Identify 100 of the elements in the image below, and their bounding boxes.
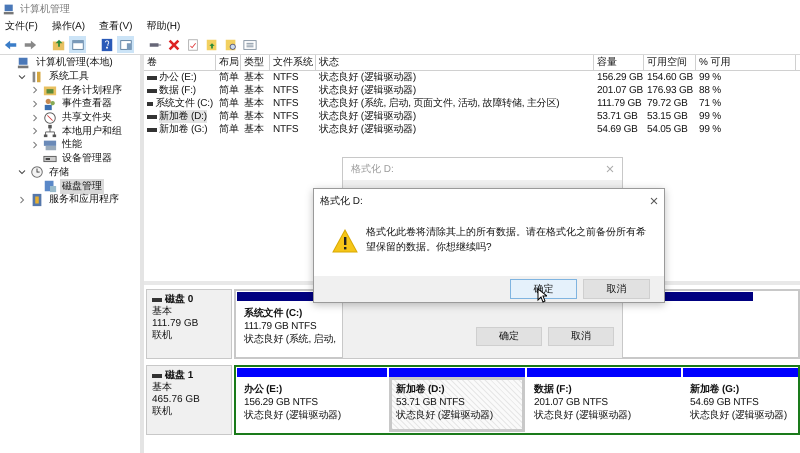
folder-up-icon (52, 38, 66, 52)
table-cell: NTFS (273, 97, 298, 110)
table-cell: 79.72 GB (647, 97, 688, 110)
dialog-button[interactable]: 取消 (583, 279, 650, 299)
tree-item[interactable]: 设备管理器 (60, 151, 114, 166)
tree-item[interactable]: 本地用户和组 (60, 124, 124, 139)
console-tree-button[interactable] (69, 36, 86, 53)
disk-name: 磁盘 0 (165, 294, 194, 306)
table-cell: NTFS (273, 110, 298, 123)
panel-icon (70, 38, 84, 52)
column-header[interactable]: 卷 (144, 55, 216, 70)
table-cell[interactable]: 新加卷 (G:) (159, 123, 208, 136)
table-cell: 99 % (699, 110, 721, 123)
disk-label-panel[interactable]: 磁盘 1 基本 465.76 GB 联机 (146, 365, 232, 435)
table-cell[interactable]: 系统文件 (C:) (155, 97, 213, 110)
partition-name: 办公 (E:) (244, 383, 282, 396)
partition-status: 状态良好 (逻辑驱动器) (396, 409, 494, 422)
disk-name: 磁盘 1 (165, 370, 194, 382)
menu-item[interactable]: 操作(A) (50, 19, 88, 34)
table-cell[interactable]: 办公 (E:) (159, 71, 196, 84)
partition-status: 状态良好 (逻辑驱动器) (244, 409, 342, 422)
table-cell: 53.15 GB (647, 110, 688, 123)
properties-icon (186, 38, 200, 52)
collapsed-chevron-icon[interactable] (31, 140, 39, 149)
tree-item[interactable]: 存储 (47, 164, 71, 180)
table-cell: 基本 (244, 110, 264, 123)
menu-item[interactable]: 查看(V) (97, 19, 134, 34)
tree-item[interactable]: 服务和应用程序 (47, 192, 121, 208)
table-cell: 基本 (244, 84, 264, 97)
table-cell: NTFS (273, 84, 298, 97)
column-header[interactable]: 状态 (316, 55, 594, 70)
partition-size: 54.69 GB NTFS (690, 396, 759, 409)
window-title: 计算机管理 (20, 2, 70, 16)
table-cell: 53.71 GB (597, 110, 638, 123)
device-tree-icon (43, 124, 57, 138)
partition-size: 201.07 GB NTFS (534, 396, 608, 409)
warning-icon (332, 229, 358, 253)
table-cell: NTFS (273, 123, 298, 136)
partition-size: 111.79 GB NTFS (244, 320, 316, 333)
dialog-button[interactable]: 取消 (548, 327, 614, 346)
collapsed-chevron-icon[interactable] (18, 196, 26, 204)
partition-name: 新加卷 (G:) (690, 383, 739, 396)
dialog-title: 格式化 D: (320, 194, 363, 208)
expanded-chevron-icon[interactable] (18, 168, 26, 176)
partition-card[interactable]: 新加卷 (D:) 53.71 GB NTFS 状态良好 (逻辑驱动器) (389, 377, 525, 432)
tree-item[interactable]: 系统工具 (47, 69, 91, 84)
partition-name: 新加卷 (D:) (396, 383, 444, 396)
table-cell: 176.93 GB (647, 84, 694, 97)
collapsed-chevron-icon[interactable] (31, 100, 39, 108)
menu-item[interactable]: 帮助(H) (144, 19, 182, 34)
table-cell: 简单 (219, 71, 239, 84)
computer-icon (3, 2, 16, 16)
menu-item[interactable]: 文件(F) (3, 19, 40, 34)
table-cell: 201.07 GB (597, 84, 644, 97)
dialog-button[interactable]: 确定 (476, 327, 542, 346)
tree-item[interactable]: 共享文件夹 (60, 110, 114, 126)
collapsed-chevron-icon[interactable] (31, 114, 39, 122)
action-pane-button[interactable] (117, 36, 134, 53)
table-cell: 54.05 GB (647, 123, 688, 136)
list-icon (242, 38, 256, 52)
column-header[interactable]: 可用空间 (644, 55, 696, 70)
disk-type: 基本 (152, 382, 173, 394)
computer-icon (17, 56, 31, 70)
table-cell: 基本 (244, 71, 264, 84)
panel-icon (118, 38, 132, 52)
table-cell[interactable]: 数据 (F:) (159, 84, 196, 97)
drive-icon (147, 102, 154, 106)
column-header[interactable]: 布局 (216, 55, 241, 70)
close-icon[interactable] (650, 197, 658, 205)
folder-up-icon (204, 38, 218, 52)
table-cell: 简单 (219, 123, 239, 136)
delete-icon (166, 38, 180, 52)
table-cell: 状态良好 (系统, 启动, 页面文件, 活动, 故障转储, 主分区) (319, 97, 560, 110)
partition-name: 系统文件 (C:) (244, 307, 302, 320)
partition-status: 状态良好 (逻辑驱动器) (690, 409, 788, 422)
table-cell: 简单 (219, 84, 239, 97)
collapsed-chevron-icon[interactable] (31, 127, 39, 136)
table-cell: 88 % (699, 84, 721, 97)
table-cell: 71 % (699, 97, 721, 110)
table-cell: 54.69 GB (597, 123, 638, 136)
table-cell: 简单 (219, 110, 239, 123)
table-cell: 状态良好 (逻辑驱动器) (319, 123, 416, 136)
tree-item[interactable]: 性能 (60, 137, 84, 152)
column-header[interactable]: % 可用 (696, 55, 796, 70)
column-header[interactable]: 类型 (241, 55, 270, 70)
table-cell: NTFS (273, 71, 298, 84)
table-cell: 简单 (219, 97, 239, 110)
tree-item[interactable]: 计算机管理(本地) (34, 55, 115, 70)
disk-status: 联机 (152, 330, 173, 342)
users-icon (43, 96, 57, 111)
column-header[interactable]: 容量 (594, 55, 644, 70)
tree-item[interactable]: 磁盘管理 (60, 178, 104, 194)
tree-item[interactable]: 事件查看器 (60, 96, 114, 112)
disk-label-panel[interactable]: 磁盘 0 基本 111.79 GB 联机 (146, 289, 232, 359)
partition-name: 数据 (F:) (534, 383, 572, 396)
column-header[interactable]: 文件系统 (270, 55, 316, 70)
tree-item[interactable]: 任务计划程序 (60, 82, 124, 98)
expanded-chevron-icon[interactable] (18, 72, 26, 81)
table-cell[interactable]: 新加卷 (D:) (159, 110, 207, 123)
collapsed-chevron-icon[interactable] (31, 86, 39, 94)
